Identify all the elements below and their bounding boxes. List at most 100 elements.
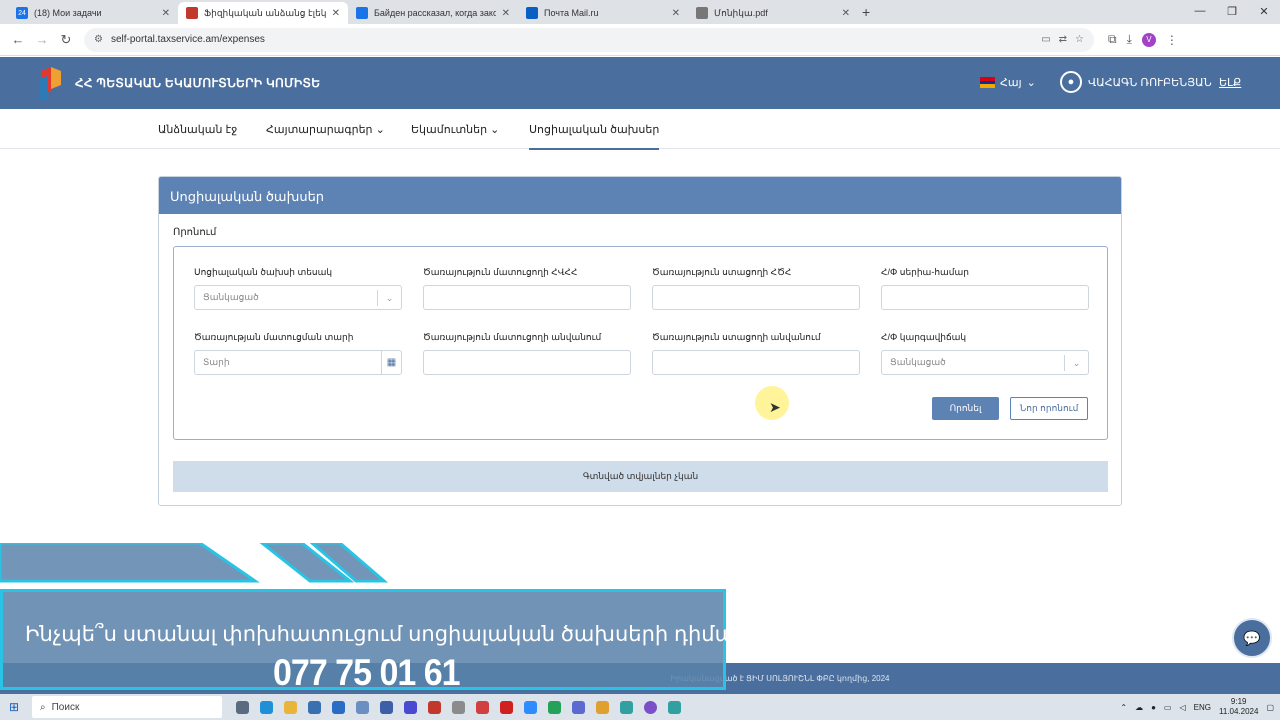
- tab-favicon-icon: [526, 7, 538, 19]
- maximize-icon[interactable]: ❐: [1216, 0, 1248, 22]
- chevron-down-icon: ⌄: [1026, 77, 1036, 89]
- receipt-status-select[interactable]: Ցանկացած ⌄: [881, 350, 1089, 375]
- new-tab-icon[interactable]: +: [862, 4, 870, 20]
- keyboard-language[interactable]: ENG: [1194, 703, 1211, 712]
- taskbar-search[interactable]: ⌕ Поиск: [32, 696, 222, 718]
- system-tray: ⌃ ☁ ● ▭ ◁ ENG 9:19 11.04.2024 ▢: [1120, 694, 1274, 720]
- url-field[interactable]: ⚙ self-portal.taxservice.am/expenses ▭ ⇄…: [84, 27, 1094, 52]
- download-icon[interactable]: ⤓: [1127, 32, 1132, 47]
- browser-tab-bar: 24 (18) Мои задачи ✕ Ֆիզիկական անձանց էլ…: [0, 0, 1280, 24]
- tab-close-icon[interactable]: ✕: [162, 8, 170, 19]
- taskbar-clock[interactable]: 9:19 11.04.2024: [1219, 697, 1258, 717]
- address-bar-row: ← → ↻ ⚙ self-portal.taxservice.am/expens…: [0, 24, 1280, 56]
- select-value: Ցանկացած: [203, 292, 259, 302]
- app-icon[interactable]: [668, 700, 681, 714]
- browser-tab[interactable]: Байден рассказал, когда закон ✕: [348, 2, 518, 24]
- recipient-name-input[interactable]: [652, 350, 860, 375]
- field-label: Ծառայություն մատուցողի ՀՎՀՀ: [423, 267, 578, 277]
- tab-close-icon[interactable]: ✕: [672, 8, 680, 19]
- tab-favicon-icon: [186, 7, 198, 19]
- new-search-button[interactable]: Նոր որոնում: [1010, 397, 1088, 420]
- reload-icon[interactable]: ↻: [54, 32, 78, 48]
- app-icon[interactable]: [572, 700, 585, 714]
- field-label: Սոցիալական ծախսի տեսակ: [194, 267, 333, 277]
- cloud-icon[interactable]: ☁: [1135, 703, 1143, 712]
- provider-tin-input[interactable]: [423, 285, 631, 310]
- store-icon[interactable]: [308, 700, 321, 714]
- language-selector[interactable]: Հայ ⌄: [980, 76, 1036, 89]
- browser-menu-icon[interactable]: ⋮: [1166, 33, 1178, 47]
- translate-icon[interactable]: ⇄: [1059, 34, 1067, 45]
- site-brand[interactable]: ՀՀ ՊԵՏԱԿԱՆ ԵԿԱՄՈՒՏՆԵՐԻ ԿՈՄԻՏԵ: [75, 76, 320, 90]
- tray-expand-icon[interactable]: ⌃: [1120, 703, 1127, 712]
- whatsapp-icon[interactable]: [548, 700, 561, 714]
- browser-tab-active[interactable]: Ֆիզիկական անձանց էլեկտ ✕: [178, 2, 348, 24]
- user-menu[interactable]: ● ՎԱՀԱԳՆ ՌՈՒԲԵՆՅԱՆ: [1060, 71, 1212, 93]
- menu-item-personal-page[interactable]: Անձնական էջ: [158, 123, 237, 136]
- browser-tab[interactable]: 24 (18) Мои задачи ✕: [8, 2, 178, 24]
- microphone-icon[interactable]: ●: [1151, 703, 1156, 712]
- chat-support-icon[interactable]: 💬: [1232, 618, 1272, 658]
- yandex-browser-icon[interactable]: [476, 700, 489, 714]
- clock-time: 9:19: [1230, 697, 1247, 706]
- menu-item-incomes[interactable]: Եկամուտներ ⌄: [411, 123, 499, 136]
- provider-name-input[interactable]: [423, 350, 631, 375]
- zoom-icon[interactable]: [524, 700, 537, 714]
- tab-favicon-icon: 24: [16, 7, 28, 19]
- window-controls: — ❐ ✕: [1184, 0, 1280, 22]
- field-label: Հ/Փ կարգավիճակ: [881, 332, 967, 342]
- back-icon[interactable]: ←: [6, 32, 30, 47]
- profile-avatar[interactable]: V: [1141, 32, 1156, 47]
- receipt-series-input[interactable]: [881, 285, 1089, 310]
- chrome-icon[interactable]: [596, 700, 609, 714]
- tab-close-icon[interactable]: ✕: [332, 8, 340, 19]
- field-label: Ծառայություն մատուցողի անվանում: [423, 332, 602, 342]
- browser-tab[interactable]: Մոնիկա.pdf ✕: [688, 2, 858, 24]
- volume-icon[interactable]: ◁: [1179, 703, 1185, 712]
- browser-tab[interactable]: Почта Mail.ru ✕: [518, 2, 688, 24]
- menu-item-label: Եկամուտներ: [411, 124, 488, 136]
- close-window-icon[interactable]: ✕: [1248, 0, 1280, 22]
- language-label: Հայ: [1000, 77, 1022, 89]
- menu-item-social-expenses[interactable]: Սոցիալական ծախսեր: [529, 123, 660, 150]
- tab-close-icon[interactable]: ✕: [502, 8, 510, 19]
- recipient-ssn-input[interactable]: [652, 285, 860, 310]
- bookmark-star-icon[interactable]: ☆: [1075, 34, 1084, 45]
- chevron-down-icon: ⌄: [1064, 355, 1088, 371]
- app-icon[interactable]: [356, 700, 369, 714]
- overlay-decoration-shapes: [0, 543, 389, 583]
- minimize-icon[interactable]: —: [1184, 0, 1216, 22]
- url-text: self-portal.taxservice.am/expenses: [110, 34, 265, 45]
- forward-icon[interactable]: →: [30, 32, 54, 47]
- yandex-icon[interactable]: [452, 700, 465, 714]
- user-avatar-icon: ●: [1060, 71, 1082, 93]
- site-info-icon[interactable]: ⚙: [94, 34, 103, 45]
- tab-close-icon[interactable]: ✕: [842, 8, 850, 19]
- chevron-down-icon: ⌄: [377, 290, 401, 306]
- windows-start-icon[interactable]: ⊞: [0, 700, 28, 714]
- calendar-icon[interactable]: ▦: [381, 351, 401, 374]
- mail-icon[interactable]: [332, 700, 345, 714]
- service-year-input[interactable]: Տարի ▦: [194, 350, 402, 375]
- explorer-icon[interactable]: [284, 700, 297, 714]
- network-icon[interactable]: ▭: [1164, 703, 1172, 712]
- viber-icon[interactable]: [644, 700, 657, 714]
- notifications-icon[interactable]: ▢: [1266, 703, 1274, 712]
- menu-item-declarations[interactable]: Հայտարարագրեր ⌄: [266, 123, 385, 136]
- extensions-icon[interactable]: ⧉: [1108, 32, 1117, 47]
- logout-link[interactable]: ԵԼՔ: [1219, 76, 1241, 89]
- opera-icon[interactable]: [500, 700, 513, 714]
- media-icon[interactable]: [404, 700, 417, 714]
- tab-favicon-icon: [696, 7, 708, 19]
- chevron-down-icon: ⌄: [375, 124, 385, 136]
- task-view-icon[interactable]: [236, 700, 249, 714]
- app-icon[interactable]: [380, 700, 393, 714]
- edge-icon[interactable]: [260, 700, 273, 714]
- expense-type-select[interactable]: Ցանկացած ⌄: [194, 285, 402, 310]
- chevron-down-icon: ⌄: [490, 124, 500, 136]
- armenia-flag-icon: [980, 77, 995, 89]
- search-button[interactable]: Որոնել: [932, 397, 999, 420]
- app-icon[interactable]: [620, 700, 633, 714]
- cast-icon[interactable]: ▭: [1041, 34, 1050, 45]
- app-icon[interactable]: [428, 700, 441, 714]
